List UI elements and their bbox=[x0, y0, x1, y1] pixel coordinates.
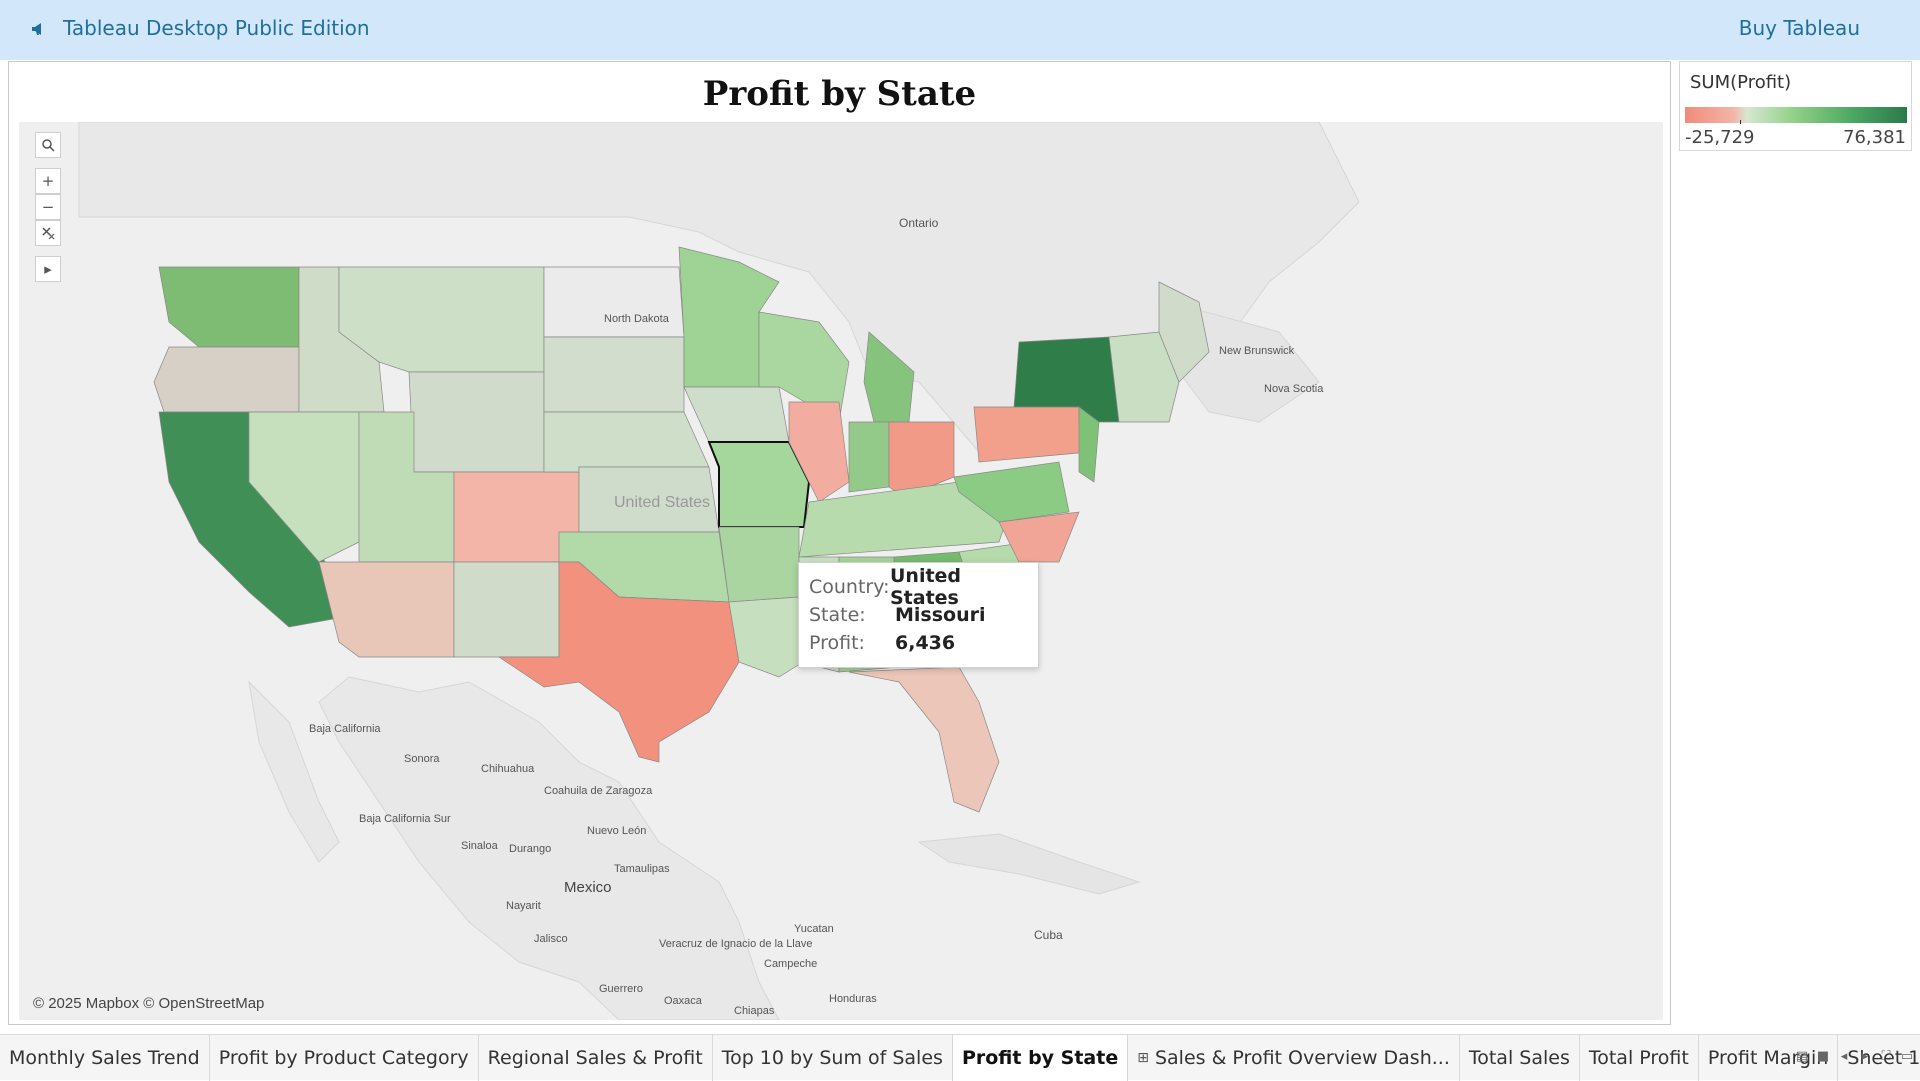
zoom-out-button[interactable]: − bbox=[35, 194, 61, 220]
tab-label: Monthly Sales Trend bbox=[9, 1047, 200, 1069]
tooltip-country-label: Country: bbox=[809, 576, 890, 598]
tab-label: Total Sales bbox=[1468, 1047, 1570, 1069]
tab-profit-by-product-category[interactable]: Profit by Product Category bbox=[210, 1035, 479, 1081]
sheet-nav-controls: ▤ ■ ◂ ▸ ⛶ ▭ bbox=[1795, 1049, 1914, 1064]
show-filmstrip-icon[interactable]: ▤ bbox=[1795, 1049, 1809, 1064]
viz-title: Profit by State bbox=[702, 74, 977, 114]
tooltip-country-value: United States bbox=[890, 565, 962, 609]
map-label-north-dakota: North Dakota bbox=[604, 313, 670, 325]
state-pennsylvania bbox=[973, 406, 1090, 463]
legend-max: 76,381 bbox=[1843, 127, 1906, 148]
previous-sheet-icon[interactable]: ◂ bbox=[1837, 1049, 1851, 1064]
state-south-dakota bbox=[543, 336, 685, 413]
next-sheet-icon[interactable]: ▸ bbox=[1858, 1049, 1872, 1064]
show-tabs-icon[interactable]: ■ bbox=[1816, 1049, 1830, 1064]
tooltip-state-value: Missouri bbox=[895, 604, 986, 626]
tab-label: Sales & Profit Overview Dash... bbox=[1154, 1047, 1450, 1069]
state-new-mexico bbox=[453, 561, 560, 658]
tooltip-row-profit: Profit: 6,436 bbox=[809, 629, 1028, 657]
state-nebraska bbox=[543, 411, 710, 473]
map-label-ontario: Ontario bbox=[899, 216, 939, 230]
sheet-tabs: Monthly Sales Trend Profit by Product Ca… bbox=[0, 1034, 1920, 1081]
dashboard-grid-icon: ⊞ bbox=[1137, 1050, 1149, 1066]
map-label-new-brunswick: New Brunswick bbox=[1219, 345, 1295, 357]
state-missouri bbox=[707, 441, 811, 528]
state-wyoming bbox=[408, 371, 545, 473]
map-label-nayarit: Nayarit bbox=[506, 900, 541, 912]
tab-monthly-sales-trend[interactable]: Monthly Sales Trend bbox=[0, 1035, 210, 1081]
map-label-united-states: United States bbox=[614, 494, 710, 511]
map-label-guerrero: Guerrero bbox=[599, 983, 643, 995]
state-arkansas bbox=[718, 526, 800, 603]
map-label-nuevo-leon: Nuevo León bbox=[587, 825, 646, 837]
viz-frame: Profit by State Ontario North Dakota New… bbox=[8, 61, 1671, 1025]
map-label-durango: Durango bbox=[509, 843, 551, 855]
map-label-nova-scotia: Nova Scotia bbox=[1264, 383, 1324, 395]
tab-total-sales[interactable]: Total Sales bbox=[1460, 1035, 1580, 1081]
map-label-campeche: Campeche bbox=[764, 958, 817, 970]
tab-label: Regional Sales & Profit bbox=[487, 1047, 703, 1069]
state-oregon bbox=[153, 346, 300, 413]
legend-zero-tick bbox=[1740, 120, 1741, 124]
map-label-cuba: Cuba bbox=[1034, 928, 1063, 942]
map-label-chiapas: Chiapas bbox=[734, 1005, 775, 1017]
legend-color-ramp bbox=[1685, 107, 1907, 123]
presentation-mode-icon[interactable]: ▭ bbox=[1900, 1049, 1914, 1064]
zoom-in-button[interactable]: + bbox=[35, 168, 61, 194]
top-banner: Tableau Desktop Public Edition Buy Table… bbox=[0, 0, 1920, 60]
tab-sales-profit-overview-dashboard[interactable]: ⊞ Sales & Profit Overview Dash... bbox=[1128, 1035, 1460, 1081]
legend-title: SUM(Profit) bbox=[1690, 72, 1792, 93]
map-label-baja-california-sur: Baja California Sur bbox=[359, 813, 451, 825]
tab-total-profit[interactable]: Total Profit bbox=[1580, 1035, 1699, 1081]
reset-map-icon[interactable] bbox=[35, 220, 61, 246]
map-search-icon[interactable] bbox=[35, 132, 61, 158]
megaphone-icon bbox=[32, 23, 41, 35]
color-legend[interactable]: SUM(Profit) -25,729 76,381 bbox=[1679, 61, 1912, 151]
map-label-yucatan: Yucatan bbox=[794, 923, 834, 935]
map-label-honduras: Honduras bbox=[829, 993, 877, 1005]
buy-tableau-link[interactable]: Buy Tableau bbox=[1739, 16, 1860, 40]
tab-label: Profit by State bbox=[961, 1047, 1119, 1069]
tab-label: Total Profit bbox=[1588, 1047, 1689, 1069]
map-label-baja-california: Baja California bbox=[309, 723, 381, 735]
tooltip-row-country: Country: United States bbox=[809, 565, 1028, 609]
map-label-sonora: Sonora bbox=[404, 753, 440, 765]
map-label-oaxaca: Oaxaca bbox=[664, 995, 703, 1007]
tab-regional-sales-profit[interactable]: Regional Sales & Profit bbox=[479, 1035, 713, 1081]
legend-min: -25,729 bbox=[1685, 127, 1755, 148]
banner-title: Tableau Desktop Public Edition bbox=[63, 16, 370, 40]
fullscreen-icon[interactable]: ⛶ bbox=[1879, 1049, 1893, 1064]
map-attribution[interactable]: © 2025 Mapbox © OpenStreetMap bbox=[33, 995, 264, 1012]
map-label-sinaloa: Sinaloa bbox=[461, 840, 499, 852]
tooltip-state-label: State: bbox=[809, 604, 866, 626]
map-label-mexico: Mexico bbox=[564, 879, 612, 896]
map-label-chihuahua: Chihuahua bbox=[481, 763, 535, 775]
tab-profit-by-state[interactable]: Profit by State bbox=[952, 1035, 1129, 1081]
tab-label: Profit by Product Category bbox=[218, 1047, 469, 1069]
map-label-veracruz: Veracruz de Ignacio de la Llave bbox=[659, 938, 813, 950]
expand-toolbar-button[interactable]: ▸ bbox=[35, 256, 61, 282]
map-label-jalisco: Jalisco bbox=[534, 933, 568, 945]
tab-label: Top 10 by Sum of Sales bbox=[721, 1047, 943, 1069]
state-north-dakota bbox=[543, 266, 685, 338]
tooltip-profit-value: 6,436 bbox=[895, 632, 956, 654]
tooltip-profit-label: Profit: bbox=[809, 632, 865, 654]
tab-top-10-by-sum-of-sales[interactable]: Top 10 by Sum of Sales bbox=[713, 1035, 953, 1081]
map-label-tamaulipas: Tamaulipas bbox=[614, 863, 670, 875]
state-indiana bbox=[848, 421, 890, 493]
map-label-coahuila: Coahuila de Zaragoza bbox=[544, 785, 653, 797]
state-tooltip: Country: United States State: Missouri P… bbox=[798, 562, 1039, 668]
